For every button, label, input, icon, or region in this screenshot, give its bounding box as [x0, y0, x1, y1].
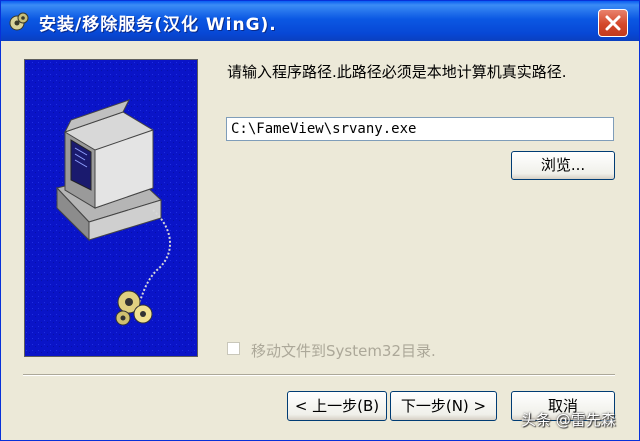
side-illustration-panel	[24, 59, 198, 357]
setup-dialog: 安装/移除服务(汉化 WinG). 请输入程序路径.此路径必须是本地计算机真实路…	[0, 0, 640, 441]
move-to-system32-label: 移动文件到System32目录.	[251, 342, 436, 360]
browse-button[interactable]: 浏览...	[511, 151, 615, 180]
window-title: 安装/移除服务(汉化 WinG).	[39, 15, 277, 35]
watermark-text: 头条 @雷先森	[521, 411, 616, 429]
back-button[interactable]: < 上一步(B)	[287, 391, 387, 421]
computer-illustration	[25, 60, 197, 356]
title-bar[interactable]: 安装/移除服务(汉化 WinG).	[1, 1, 639, 41]
instruction-text: 请输入程序路径.此路径必须是本地计算机真实路径.	[227, 63, 567, 81]
move-to-system32-checkbox	[227, 342, 240, 355]
setup-icon	[8, 11, 30, 33]
program-path-input[interactable]	[226, 117, 614, 141]
footer-separator	[23, 374, 615, 376]
close-button[interactable]	[598, 9, 628, 37]
next-button[interactable]: 下一步(N) >	[390, 391, 497, 421]
